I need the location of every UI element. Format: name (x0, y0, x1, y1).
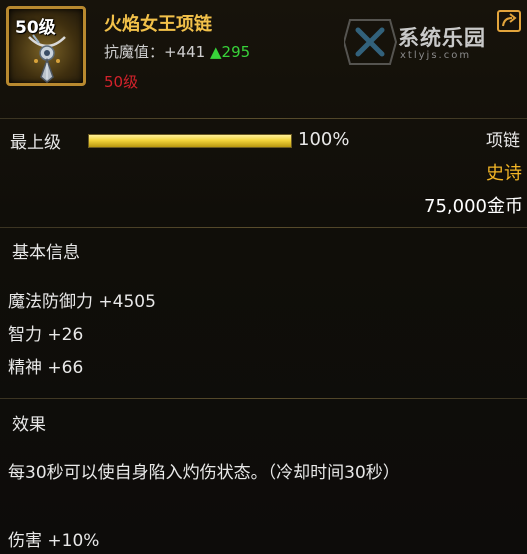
item-rarity: 史诗 (486, 163, 522, 184)
necklace-icon (28, 34, 66, 83)
effect-title: 效果 (12, 415, 46, 435)
grade-percent: 100% (298, 129, 350, 150)
attribute-magic-defense: 魔法防御力 +4505 (8, 292, 156, 312)
divider (0, 227, 527, 228)
watermark-text: 系统乐园 (398, 26, 486, 50)
watermark-subtext: xtlyjs.com (400, 50, 472, 61)
share-button[interactable] (497, 10, 521, 32)
item-icon-frame[interactable]: 50级 (6, 6, 86, 86)
basic-info-title: 基本信息 (12, 243, 80, 263)
grade-progress-fill (89, 135, 291, 147)
divider (0, 398, 527, 399)
divider (0, 118, 527, 119)
attribute-intelligence: 智力 +26 (8, 325, 84, 345)
share-icon (502, 13, 517, 27)
item-price: 75,000金币 (424, 196, 523, 217)
grade-label: 最上级 (10, 133, 61, 153)
item-tooltip: 50级 火焰女王项链 抗魔值：+441 ▲295 50级 系统乐园 xtlyjs… (0, 0, 527, 554)
item-type: 项链 (486, 131, 520, 151)
grade-progress-bar (88, 134, 292, 148)
attribute-spirit: 精神 +66 (8, 358, 84, 378)
effect-damage: 伤害 +10% (8, 531, 100, 551)
magic-resist-stat: 抗魔值：+441 ▲295 (104, 41, 250, 62)
required-level: 50级 (104, 73, 139, 91)
magic-resist-label: 抗魔值：+441 (104, 43, 206, 61)
magic-resist-bonus: ▲295 (209, 43, 251, 61)
effect-description: 每30秒可以使自身陷入灼伤状态。（冷却时间30秒） (8, 463, 400, 483)
item-name: 火焰女王项链 (104, 14, 212, 35)
